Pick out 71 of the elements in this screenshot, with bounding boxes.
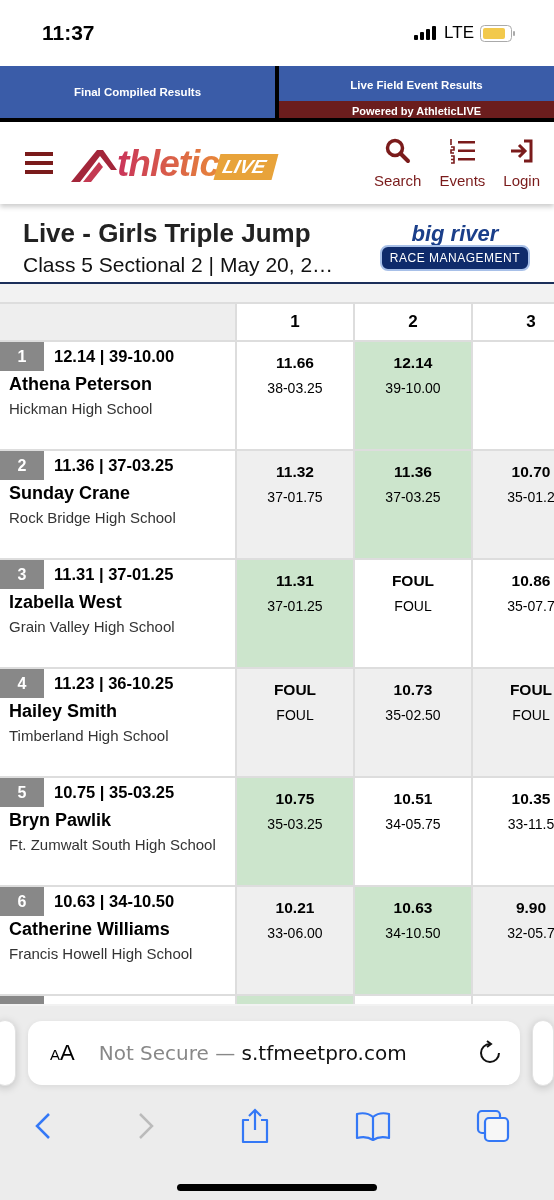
attempt-cell: FOUL FOUL [237,669,353,776]
battery-icon [480,24,516,42]
athlete-name: Hailey Smith [9,701,119,722]
results-tab[interactable]: Final Compiled Results [0,66,275,118]
numbered-list-icon [449,137,476,164]
athlete-name: Athena Peterson [9,374,154,395]
login-button[interactable]: Login [503,137,540,189]
attempt-cell: 10.86 35-07.7 [473,560,554,667]
best-mark: 11.23 | 36-10.25 [54,674,174,693]
logo-swoosh-icon [71,147,117,182]
sponsor-badge: RACE MANAGEMENT [379,245,530,271]
attempt-cell: 10.51 34-05.75 [355,778,471,885]
athlete-name: Sunday Crane [9,483,132,504]
place-badge: 5 [0,778,44,807]
back-icon[interactable] [34,1112,52,1140]
attempt-cell: 12.14 39-10.00 [355,342,471,449]
attempt-cell: 10.75 35-03.25 [237,778,353,885]
best-mark: 11.36 | 37-03.25 [54,456,174,475]
column-header: 1 [237,304,353,340]
tabs-icon[interactable] [476,1109,510,1143]
place-badge: 6 [0,887,44,916]
bookmarks-icon[interactable] [355,1111,391,1141]
column-header: 2 [355,304,471,340]
athlete-name: Catherine Williams [9,919,171,940]
attempt-cell: 9.90 32-05.7 [473,887,554,994]
place-badge: 3 [0,560,44,589]
events-button[interactable]: Events [439,137,486,189]
address-text: Not Secure — s.tfmeetpro.com [98,1041,408,1065]
best-mark: 10.75 | 35-03.25 [54,783,175,802]
reload-icon[interactable] [478,1040,502,1066]
athlete-name: Izabella West [9,592,123,613]
share-icon[interactable] [240,1108,270,1144]
school-name: Timberland High School [9,727,170,744]
place-badge: 2 [0,451,44,480]
event-title: Live - Girls Triple Jump [23,217,312,249]
attempt-cell: 10.70 35-01.2 [473,451,554,558]
athlete-name: Bryn Pawlik [9,810,113,831]
school-name: Francis Howell High School [9,945,194,962]
attempt-cell: FOUL FOUL [355,560,471,667]
menu-icon[interactable] [25,151,53,175]
place-badge [0,996,44,1004]
signal-icon [414,26,439,40]
column-header: 3 [473,304,554,340]
attempt-cell: 11.31 37-01.25 [237,560,353,667]
search-icon [384,137,411,164]
attempt-cell: 11.32 37-01.75 [237,451,353,558]
school-name: Rock Bridge High School [9,509,177,526]
best-mark: 12.14 | 39-10.00 [54,347,175,366]
attempt-cell: 11.36 37-03.25 [355,451,471,558]
event-subtitle: Class 5 Sectional 2 | May 20, 2… [23,252,335,277]
address-bar[interactable]: AA Not Secure — s.tfmeetpro.com [28,1021,520,1085]
attempt-cell: 10.21 33-06.00 [237,887,353,994]
school-name: Grain Valley High School [9,618,176,635]
attempt-cell: FOUL FOUL [473,669,554,776]
attempt-cell: 10.73 35-02.50 [355,669,471,776]
best-mark: 10.63 | 34-10.50 [54,892,175,911]
results-tab[interactable]: Live Field Event Results Powered by AthleticLIVE [279,66,554,118]
school-name: Ft. Zumwalt South High School [9,836,217,853]
sponsor-name: big river [411,223,499,245]
search-button[interactable]: Search [373,137,422,189]
place-badge: 1 [0,342,44,371]
attempt-cell: 11.66 38-03.25 [237,342,353,449]
place-badge: 4 [0,669,44,698]
status-time: 11:37 [42,21,95,45]
text-size-button[interactable]: AA [50,1040,75,1066]
school-name: Hickman High School [9,400,154,417]
attempt-cell: 10.35 33-11.5 [473,778,554,885]
network-label: LTE [444,23,474,43]
attempt-cell: 10.63 34-10.50 [355,887,471,994]
login-icon [508,137,535,164]
best-mark: 11.31 | 37-01.25 [54,565,174,584]
